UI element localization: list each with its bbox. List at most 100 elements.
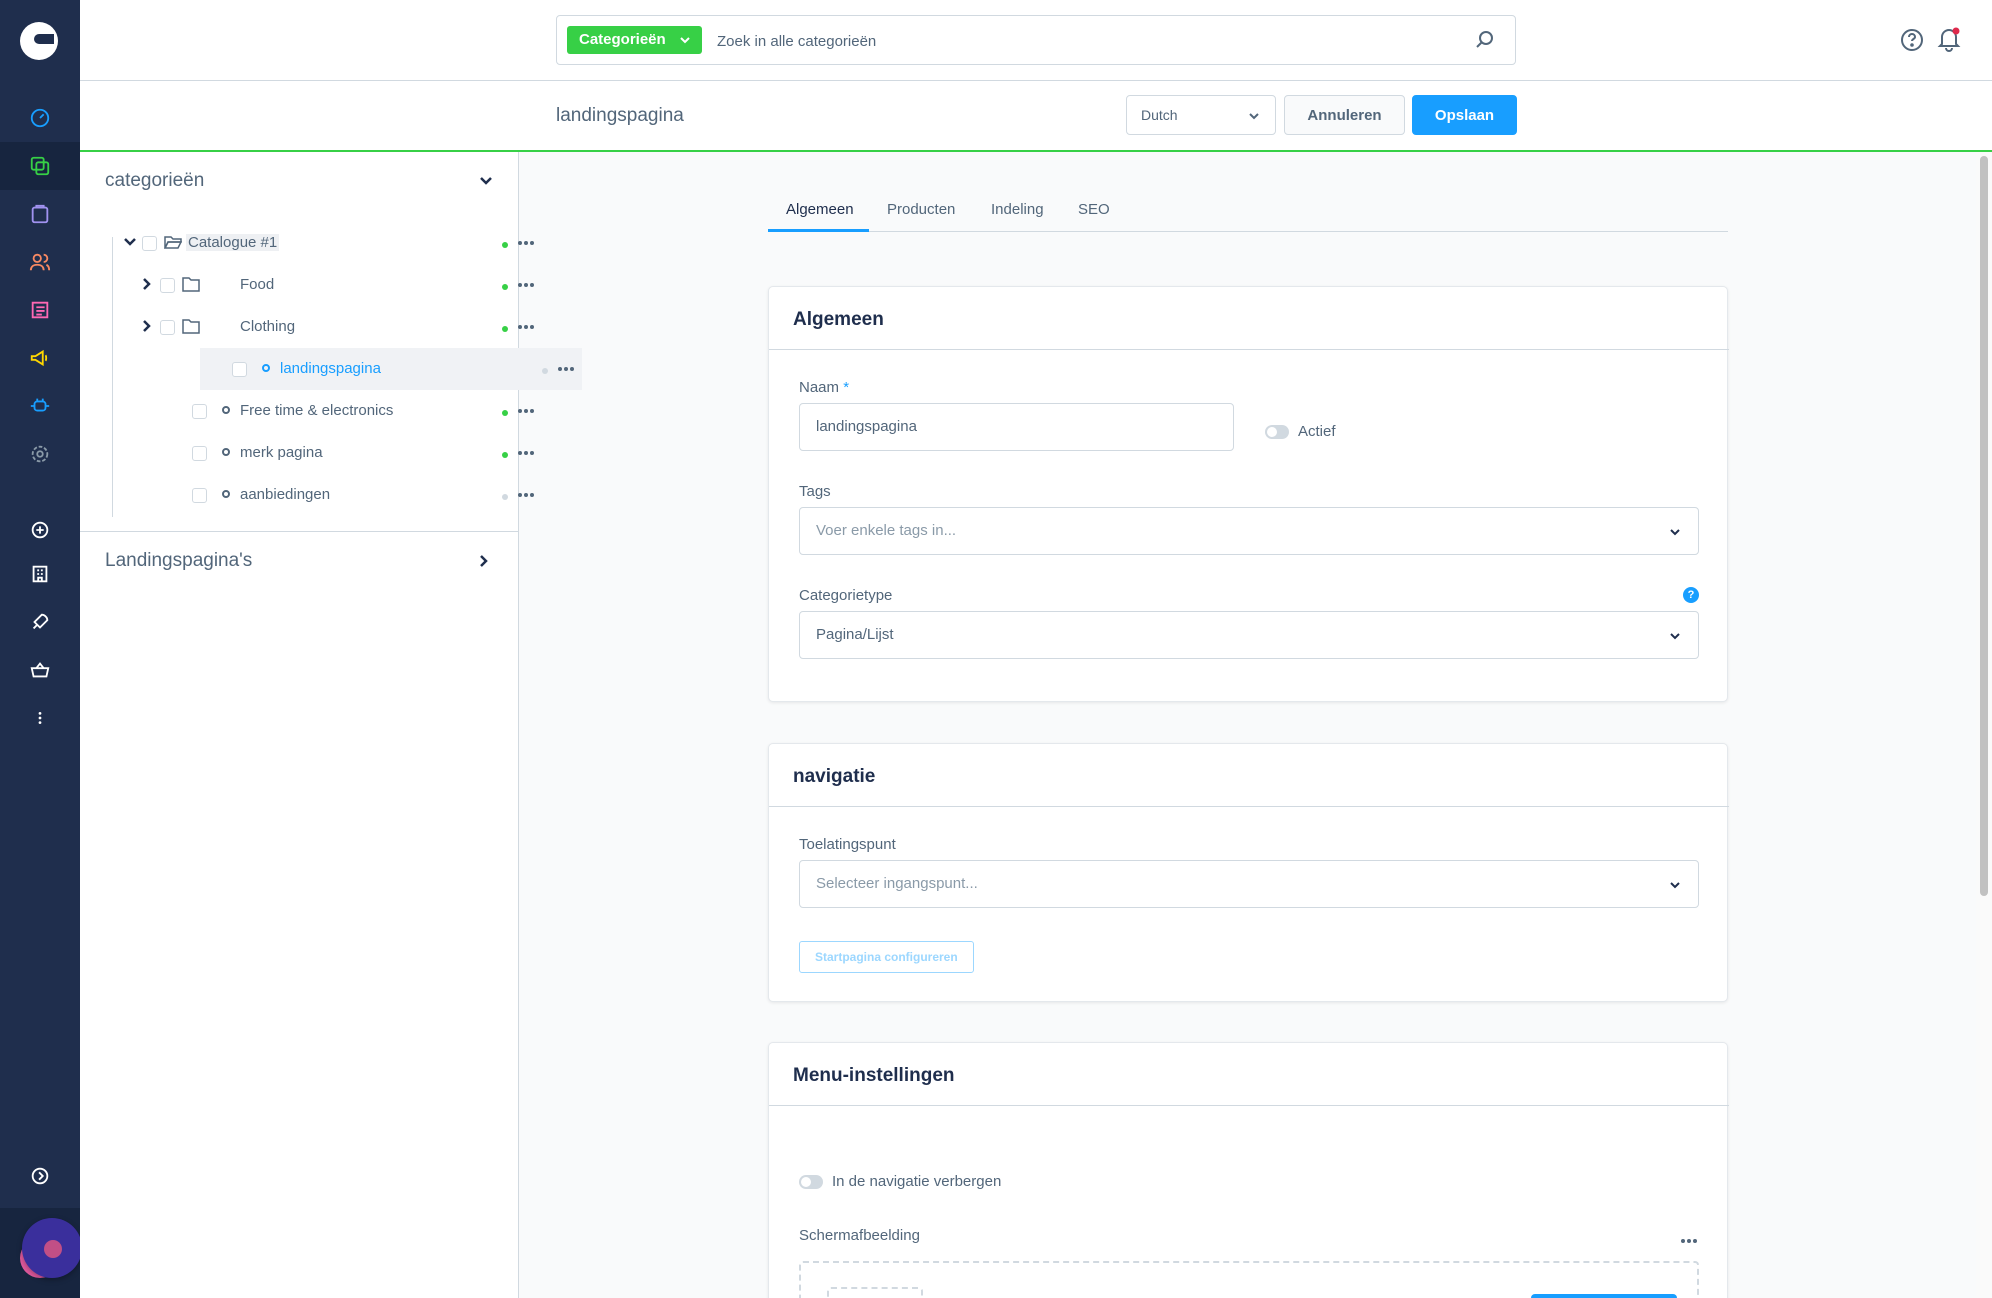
nav-customers[interactable] — [0, 238, 80, 286]
nav-orders[interactable] — [0, 190, 80, 238]
entry-point-placeholder: Selecteer ingangspunt... — [816, 875, 978, 892]
language-value: Dutch — [1141, 107, 1178, 123]
general-card: Algemeen Naam * landingspagina Actief Ta… — [768, 286, 1729, 702]
search-icon[interactable] — [1475, 30, 1495, 50]
content-scrollbar[interactable] — [1976, 152, 1992, 1298]
tree-item-checkbox[interactable] — [192, 404, 207, 419]
tree-item-label: merk pagina — [240, 444, 323, 461]
more-options-icon[interactable] — [518, 451, 534, 455]
hide-navigation-toggle[interactable] — [799, 1175, 823, 1189]
tree-item-label: aanbiedingen — [240, 486, 331, 503]
nav-catalog[interactable] — [0, 142, 80, 190]
screenshot-label: Schermafbeelding — [799, 1227, 920, 1244]
image-upload-dropzone[interactable] — [799, 1261, 1699, 1298]
more-options-icon[interactable] — [558, 367, 574, 371]
card-title: navigatie — [793, 766, 876, 787]
status-dot — [542, 368, 548, 374]
content-icon — [31, 301, 49, 319]
tree-item-checkbox[interactable] — [160, 320, 175, 335]
tree-title: categorieën — [105, 170, 205, 191]
nav-settings[interactable] — [0, 430, 80, 478]
more-options-icon[interactable] — [518, 241, 534, 245]
card-title: Algemeen — [793, 309, 884, 330]
tree-item-checkbox[interactable] — [160, 278, 175, 293]
status-dot — [502, 452, 508, 458]
tab-seo[interactable]: SEO — [1078, 201, 1110, 218]
landing-pages-title[interactable]: Landingspagina's — [105, 550, 252, 572]
category-type-select[interactable]: Pagina/Lijst — [799, 611, 1699, 659]
tree-item[interactable]: Catalogue #1 — [120, 222, 534, 264]
card-divider — [769, 806, 1729, 807]
nav-add[interactable] — [0, 506, 80, 554]
nav-more[interactable] — [0, 694, 80, 742]
tags-field[interactable]: Voer enkele tags in... — [799, 507, 1699, 555]
chevron-right-icon[interactable] — [475, 552, 493, 570]
upload-button[interactable] — [1531, 1294, 1677, 1298]
tree-item-label: Clothing — [240, 318, 296, 335]
nav-store[interactable] — [0, 550, 80, 598]
basket-icon — [30, 662, 50, 678]
image-preview-placeholder — [827, 1287, 923, 1298]
chevron-right-icon[interactable] — [140, 319, 154, 333]
leaf-icon — [222, 406, 230, 414]
nav-extensions[interactable] — [0, 382, 80, 430]
status-dot — [502, 494, 508, 500]
leaf-icon — [262, 364, 270, 372]
scrollbar-thumb[interactable] — [1980, 156, 1988, 896]
save-button[interactable]: Opslaan — [1412, 95, 1517, 135]
more-options-icon[interactable] — [518, 493, 534, 497]
configure-homepage-button[interactable]: Startpagina configureren — [799, 941, 974, 973]
nav-basket[interactable] — [0, 646, 80, 694]
status-dot — [502, 326, 508, 332]
tree-item-label: Catalogue #1 — [186, 234, 280, 251]
nav-dashboard[interactable] — [0, 94, 80, 142]
chevron-down-icon[interactable] — [477, 172, 495, 190]
tree-item-checkbox[interactable] — [142, 236, 157, 251]
hide-navigation-label: In de navigatie verbergen — [832, 1173, 1002, 1190]
nav-expand[interactable] — [0, 1152, 80, 1200]
tab-producten[interactable]: Producten — [887, 201, 955, 218]
nav-marketing[interactable] — [0, 334, 80, 382]
status-dot — [502, 410, 508, 416]
avatar[interactable] — [22, 1218, 82, 1278]
tree-item[interactable]: Food — [120, 264, 534, 306]
cancel-button[interactable]: Annuleren — [1284, 95, 1405, 135]
tree-item-selected[interactable]: landingspagina — [200, 348, 582, 390]
tab-algemeen[interactable]: Algemeen — [786, 201, 854, 218]
name-field[interactable]: landingspagina — [799, 403, 1234, 451]
active-tab-indicator — [768, 229, 869, 232]
search-type-selector[interactable]: Categorieën — [567, 26, 702, 54]
search-input[interactable] — [717, 28, 1457, 54]
expand-icon — [31, 1167, 49, 1185]
bell-icon[interactable] — [1936, 26, 1962, 52]
entry-point-select[interactable]: Selecteer ingangspunt... — [799, 860, 1699, 908]
language-switch[interactable]: Dutch — [1126, 95, 1276, 135]
help-icon[interactable] — [1900, 28, 1924, 52]
tree-item[interactable]: merk pagina — [120, 432, 534, 474]
customers-icon — [29, 253, 51, 271]
tree-item[interactable]: Free time & electronics — [120, 390, 534, 432]
more-options-icon[interactable] — [518, 325, 534, 329]
add-icon — [31, 521, 49, 539]
tree-item[interactable]: Clothing — [120, 306, 534, 348]
nav-content[interactable] — [0, 286, 80, 334]
tree-item-checkbox[interactable] — [192, 446, 207, 461]
help-icon[interactable]: ? — [1683, 587, 1699, 603]
tree-item-checkbox[interactable] — [232, 362, 247, 377]
chevron-right-icon[interactable] — [140, 277, 154, 291]
tree-item-checkbox[interactable] — [192, 488, 207, 503]
nav-rocket[interactable] — [0, 598, 80, 646]
tree-item[interactable]: aanbiedingen — [120, 474, 534, 516]
active-toggle[interactable] — [1265, 425, 1289, 439]
more-options-icon[interactable] — [1681, 1239, 1697, 1243]
more-options-icon[interactable] — [518, 283, 534, 287]
tab-indeling[interactable]: Indeling — [991, 201, 1044, 218]
active-label: Actief — [1298, 423, 1336, 440]
user-menu[interactable] — [20, 1218, 82, 1280]
name-label-text: Naam — [799, 379, 840, 396]
shopware-logo[interactable] — [20, 22, 58, 60]
chevron-down-icon — [1670, 633, 1680, 640]
more-options-icon[interactable] — [518, 409, 534, 413]
chevron-down-icon[interactable] — [123, 235, 137, 249]
tags-label: Tags — [799, 483, 831, 500]
